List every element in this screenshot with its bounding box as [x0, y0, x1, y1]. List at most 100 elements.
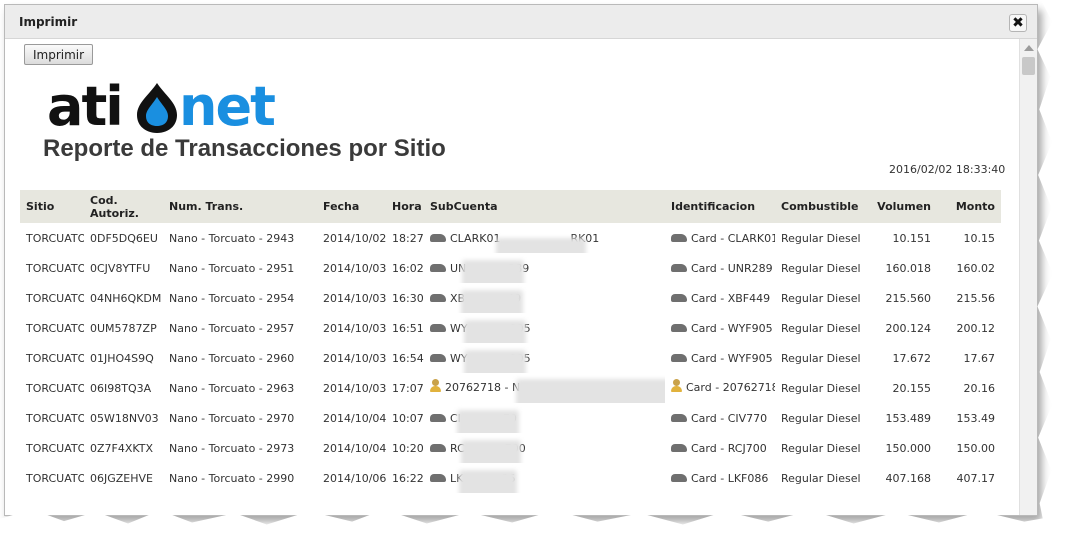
cell-num-trans: Nano - Torcuato - 2970 [169, 411, 295, 425]
report-title: Reporte de Transacciones por Sitio [43, 135, 446, 162]
cell-hora: 16:30 [392, 291, 424, 305]
cell-cod-autoriz: 04NH6QKDM [90, 291, 162, 305]
col-header: Identificacion [671, 200, 756, 213]
redaction-blur [516, 379, 665, 403]
car-icon [430, 443, 446, 452]
identificacion-text: Card - UNR289 [691, 261, 773, 275]
identificacion-text: Card - WYF905 [691, 321, 773, 335]
cell-cod-autoriz: 06JGZEHVE [90, 471, 153, 485]
print-dialog: Imprimir ✖ Imprimir ati net Reporte de T… [4, 4, 1038, 516]
cell-sitio: TORCUATO [26, 261, 84, 275]
cell-fecha: 2014/10/03 [323, 261, 386, 275]
redaction-blur [456, 409, 519, 433]
car-icon [430, 323, 446, 332]
car-icon [430, 263, 446, 272]
cell-identificacion: Card - 20762718 [665, 373, 775, 403]
cell-volumen: 160.018 [885, 261, 932, 275]
cell-monto: 153.49 [956, 411, 996, 425]
cell-num-trans: Nano - Torcuato - 2954 [169, 291, 295, 305]
redaction-blur [461, 289, 524, 313]
cell-combustible: Regular Diesel [781, 291, 861, 305]
cell-combustible: Regular Diesel [781, 231, 861, 245]
cell-num-trans: Nano - Torcuato - 2963 [169, 381, 295, 395]
print-button[interactable]: Imprimir [24, 44, 94, 65]
car-icon [430, 353, 446, 362]
cell-volumen: 200.124 [885, 321, 932, 335]
col-header: Cod. Autoriz. [90, 193, 139, 220]
vertical-scrollbar[interactable] [1019, 39, 1037, 515]
table-header-row: Sitio Cod. Autoriz. Num. Trans. Fecha Ho… [20, 190, 1001, 223]
cell-fecha: 2014/10/03 [323, 351, 386, 365]
cell-volumen: 17.672 [892, 351, 932, 365]
car-icon [671, 233, 687, 242]
cell-num-trans: Nano - Torcuato - 2951 [169, 261, 295, 275]
table-row: TORCUATO 0Z7F4XKTX Nano - Torcuato - 2973 2… [20, 433, 1001, 463]
cell-subcuenta: CI70 [424, 403, 665, 433]
cell-sitio: TORCUATO [26, 231, 84, 245]
cell-combustible: Regular Diesel [781, 471, 861, 485]
col-header: Sitio [26, 200, 55, 213]
redaction-blur [463, 319, 526, 343]
cell-sitio: TORCUATO [26, 321, 84, 335]
cell-sitio: TORCUATO [26, 351, 84, 365]
cell-subcuenta: RC700 [424, 433, 665, 463]
ationet-logo: ati net [45, 73, 295, 138]
table-body: TORCUATO 0DF5DQ6EU Nano - Torcuato - 2943 2… [20, 223, 1001, 493]
person-icon [430, 379, 441, 393]
cell-hora: 18:27 [392, 231, 424, 245]
cell-sitio: TORCUATO [26, 411, 84, 425]
col-header: Volumen [877, 200, 931, 213]
cell-num-trans: Nano - Torcuato - 2973 [169, 441, 295, 455]
cell-num-trans: Nano - Torcuato - 2960 [169, 351, 295, 365]
redaction-blur [496, 237, 587, 253]
cell-sitio: TORCUATO [26, 441, 84, 455]
cell-fecha: 2014/10/06 [323, 471, 386, 485]
cell-volumen: 20.155 [892, 381, 932, 395]
table-row: TORCUATO 01JHO4S9Q Nano - Torcuato - 2960 2… [20, 343, 1001, 373]
subcuenta-text-start: CLARK01 [450, 231, 501, 245]
identificacion-text: Card - WYF905 [691, 351, 773, 365]
scroll-up-icon[interactable] [1024, 45, 1034, 51]
dialog-titlebar: Imprimir ✖ [5, 5, 1037, 39]
redaction-blur [463, 349, 526, 373]
cell-identificacion: Card - XBF449 [665, 283, 775, 313]
close-icon[interactable]: ✖ [1009, 14, 1027, 32]
identificacion-text: Card - CIV770 [691, 411, 768, 425]
cell-hora: 10:07 [392, 411, 424, 425]
car-icon [430, 293, 446, 302]
cell-hora: 16:51 [392, 321, 424, 335]
table-row: TORCUATO 06JGZEHVE Nano - Torcuato - 2990 2… [20, 463, 1001, 493]
transactions-table: Sitio Cod. Autoriz. Num. Trans. Fecha Ho… [20, 190, 1001, 493]
cell-volumen: 10.151 [892, 231, 932, 245]
subcuenta-text-start: 20762718 - N [445, 381, 521, 394]
cell-subcuenta: XB49 [424, 283, 665, 313]
cell-fecha: 2014/10/04 [323, 441, 386, 455]
car-icon [671, 473, 687, 482]
cell-cod-autoriz: 01JHO4S9Q [90, 351, 154, 365]
identificacion-text: Card - RCJ700 [691, 441, 767, 455]
cell-monto: 215.56 [956, 291, 996, 305]
redaction-blur [460, 439, 521, 463]
cell-combustible: Regular Diesel [781, 261, 861, 275]
cell-hora: 10:20 [392, 441, 424, 455]
dialog-content: Imprimir ati net Reporte de Transaccione… [5, 39, 1019, 515]
car-icon [671, 323, 687, 332]
col-header: Fecha [323, 200, 360, 213]
logo-drop-icon [137, 83, 177, 133]
cell-cod-autoriz: 06I98TQ3A [90, 381, 152, 395]
table-row: TORCUATO 06I98TQ3A Nano - Torcuato - 2963 2… [20, 373, 1001, 403]
cell-subcuenta: UN289 [424, 253, 665, 283]
cell-cod-autoriz: 0DF5DQ6EU [90, 231, 158, 245]
cell-monto: 17.67 [963, 351, 996, 365]
car-icon [430, 473, 446, 482]
car-icon [671, 443, 687, 452]
cell-volumen: 215.560 [885, 291, 932, 305]
table-row: TORCUATO 05W18NV03 Nano - Torcuato - 2970 2… [20, 403, 1001, 433]
scroll-thumb[interactable] [1022, 57, 1035, 75]
cell-num-trans: Nano - Torcuato - 2943 [169, 231, 295, 245]
redaction-blur [459, 469, 518, 493]
cell-sitio: TORCUATO [26, 291, 84, 305]
cell-cod-autoriz: 0CJV8YTFU [90, 261, 151, 275]
car-icon [430, 413, 446, 422]
col-header: SubCuenta [430, 200, 498, 213]
